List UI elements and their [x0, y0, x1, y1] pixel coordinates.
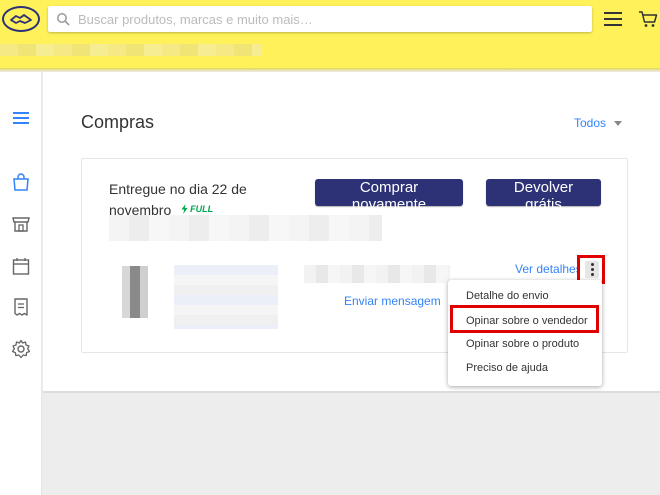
menu-item-rate-product[interactable]: Opinar sobre o produto	[448, 333, 602, 355]
delivery-text: Entregue no dia 22 de novembro	[109, 181, 247, 218]
hamburger-menu-icon[interactable]	[604, 12, 622, 26]
lightning-icon	[181, 204, 188, 214]
page-title: Compras	[81, 112, 155, 132]
return-free-button[interactable]: Devolver grátis	[486, 179, 601, 213]
calendar-icon[interactable]	[11, 256, 31, 276]
search-bar[interactable]	[48, 6, 592, 32]
filter-label: Todos	[574, 116, 607, 130]
status-filter-dropdown[interactable]: Todos	[574, 116, 623, 130]
send-message-link[interactable]: Enviar mensagem	[344, 294, 441, 308]
menu-item-shipping-detail[interactable]: Detalhe do envio	[448, 285, 602, 307]
search-input[interactable]	[78, 11, 592, 27]
order-actions-menu: Detalhe do envio Opinar sobre o vendedor…	[448, 280, 602, 386]
menu-item-need-help[interactable]: Preciso de ajuda	[448, 357, 602, 379]
panel-bottom-border	[43, 391, 660, 393]
highlight-box-rate-seller	[450, 305, 599, 333]
search-icon	[56, 12, 70, 26]
blurred-address-text	[0, 44, 262, 56]
see-details-link[interactable]: Ver detalhes	[515, 262, 582, 276]
hamburger-icon[interactable]	[11, 108, 31, 128]
settings-icon[interactable]	[11, 339, 31, 359]
delivery-status: Entregue no dia 22 de novembro FULL	[109, 179, 289, 220]
receipt-icon[interactable]	[11, 297, 31, 317]
cart-icon[interactable]	[638, 10, 658, 28]
shopping-bag-icon[interactable]	[11, 172, 31, 192]
mercadolivre-logo-icon[interactable]	[2, 6, 40, 32]
sidebar	[0, 72, 42, 495]
blurred-product-info	[174, 265, 278, 329]
top-header	[0, 0, 660, 70]
chevron-down-icon	[614, 120, 623, 126]
buy-again-button[interactable]: Comprar novamente	[315, 179, 463, 213]
blurred-seller-info	[304, 265, 450, 283]
store-icon[interactable]	[11, 214, 31, 234]
blurred-order-info	[109, 215, 382, 241]
kebab-menu-icon[interactable]	[585, 261, 599, 278]
product-thumbnail[interactable]	[122, 266, 148, 318]
